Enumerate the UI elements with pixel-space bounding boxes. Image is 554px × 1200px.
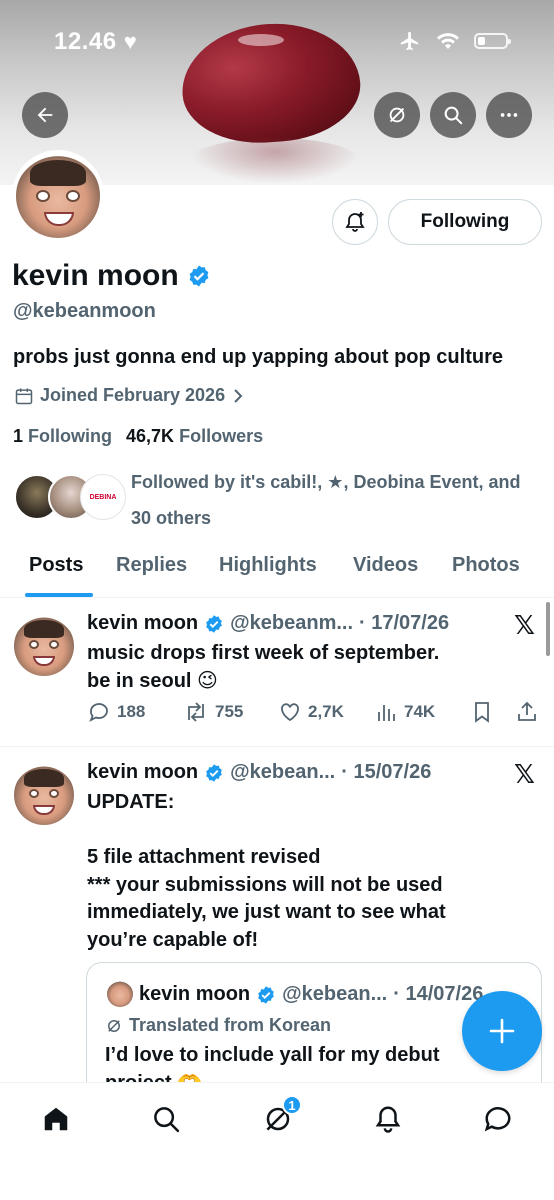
repost-icon [188, 702, 204, 722]
search-button[interactable] [430, 92, 476, 138]
wifi-icon [437, 33, 459, 49]
verified-icon [189, 265, 209, 287]
tab-videos[interactable]: Videos [353, 554, 418, 577]
bookmark-button[interactable] [471, 700, 493, 724]
notify-button[interactable] [332, 199, 378, 245]
more-button[interactable] [486, 92, 532, 138]
post-header: kevin moon @kebean... · 15/07/26 [87, 761, 432, 783]
profile-avatar[interactable] [12, 150, 104, 242]
quote-header: kevin moon @kebean... · 14/07/26 [139, 983, 484, 1005]
verified-icon [258, 985, 274, 1004]
following-button[interactable]: Following [388, 199, 542, 245]
like-icon [281, 703, 299, 722]
heart-icon: ♥ [123, 29, 138, 54]
active-tab-indicator [25, 593, 93, 597]
airplane-icon [400, 31, 419, 51]
like-button[interactable]: 2,7K [278, 700, 344, 724]
home-icon [44, 1107, 68, 1131]
post-avatar[interactable] [14, 765, 74, 825]
more-icon [500, 113, 518, 117]
followers-count-link[interactable]: 46,7K Followers [126, 426, 263, 447]
verified-icon [206, 763, 222, 782]
post-avatar[interactable] [14, 616, 74, 676]
notifications-icon [375, 1106, 401, 1133]
nav-notifications[interactable] [368, 1099, 408, 1139]
followed-by-text[interactable]: Followed by it's cabil!, ★, Deobina Even… [131, 464, 541, 536]
post-text: UPDATE: 5 file attachment revised *** yo… [87, 791, 446, 951]
share-button[interactable] [515, 700, 539, 724]
following-count-link[interactable]: 1 Following [13, 426, 112, 447]
status-time: 12.46 ♥ [54, 28, 138, 55]
tab-replies[interactable]: Replies [116, 554, 187, 577]
x-logo-icon: 𝕏 [514, 759, 535, 789]
quote-avatar [107, 981, 133, 1007]
avatar: DEBINA [80, 474, 126, 520]
bookmark-icon [475, 702, 489, 723]
grok-icon [389, 107, 405, 123]
joined-date: Joined February 2026 [14, 385, 245, 406]
grok-button[interactable] [374, 92, 420, 138]
bottom-nav: 1 [0, 1082, 554, 1200]
tab-highlights[interactable]: Highlights [219, 554, 317, 577]
reply-button[interactable]: 188 [87, 700, 145, 724]
x-logo-icon: 𝕏 [514, 610, 535, 640]
share-icon [518, 701, 536, 721]
calendar-icon [15, 388, 33, 404]
views-icon [378, 705, 395, 721]
reply-icon [89, 703, 108, 722]
messages-icon [484, 1107, 511, 1132]
views-button[interactable]: 74K [376, 700, 435, 724]
tab-posts[interactable]: Posts [29, 554, 83, 577]
grok-icon [108, 1019, 120, 1032]
profile-tabs: Posts Replies Highlights Videos Photos [0, 548, 554, 598]
back-button[interactable] [22, 92, 68, 138]
post-actions: 188 755 2,7K 74K [87, 700, 542, 730]
post-header: kevin moon @kebeanm... · 17/07/26 [87, 612, 450, 634]
back-arrow-icon [37, 107, 53, 123]
repost-button[interactable]: 755 [183, 700, 243, 724]
nav-search[interactable] [146, 1099, 186, 1139]
verified-icon [206, 614, 222, 633]
battery-icon [474, 33, 511, 49]
nav-grok[interactable]: 1 [258, 1095, 302, 1139]
plus-icon [489, 1018, 515, 1044]
status-bar: 12.46 ♥ [0, 24, 554, 60]
post-text: music drops first week of september. be … [87, 642, 440, 692]
follow-counts: 1 Following 46,7K Followers [13, 426, 263, 447]
tab-photos[interactable]: Photos [452, 554, 520, 577]
search-icon [154, 1107, 180, 1133]
profile-handle: @kebeanmoon [13, 300, 156, 322]
notification-badge: 1 [282, 1095, 302, 1115]
search-icon [444, 106, 463, 125]
bell-plus-icon [345, 212, 365, 232]
translated-label[interactable]: Translated from Korean [105, 1015, 331, 1036]
nav-home[interactable] [36, 1099, 76, 1139]
profile-bio: probs just gonna end up yapping about po… [13, 346, 503, 368]
nav-messages[interactable] [478, 1099, 518, 1139]
profile-name: kevin moon [12, 259, 211, 293]
followed-by-avatars[interactable]: DEBINA [14, 474, 126, 522]
chevron-right-icon[interactable] [231, 388, 245, 404]
compose-button[interactable] [462, 991, 542, 1071]
